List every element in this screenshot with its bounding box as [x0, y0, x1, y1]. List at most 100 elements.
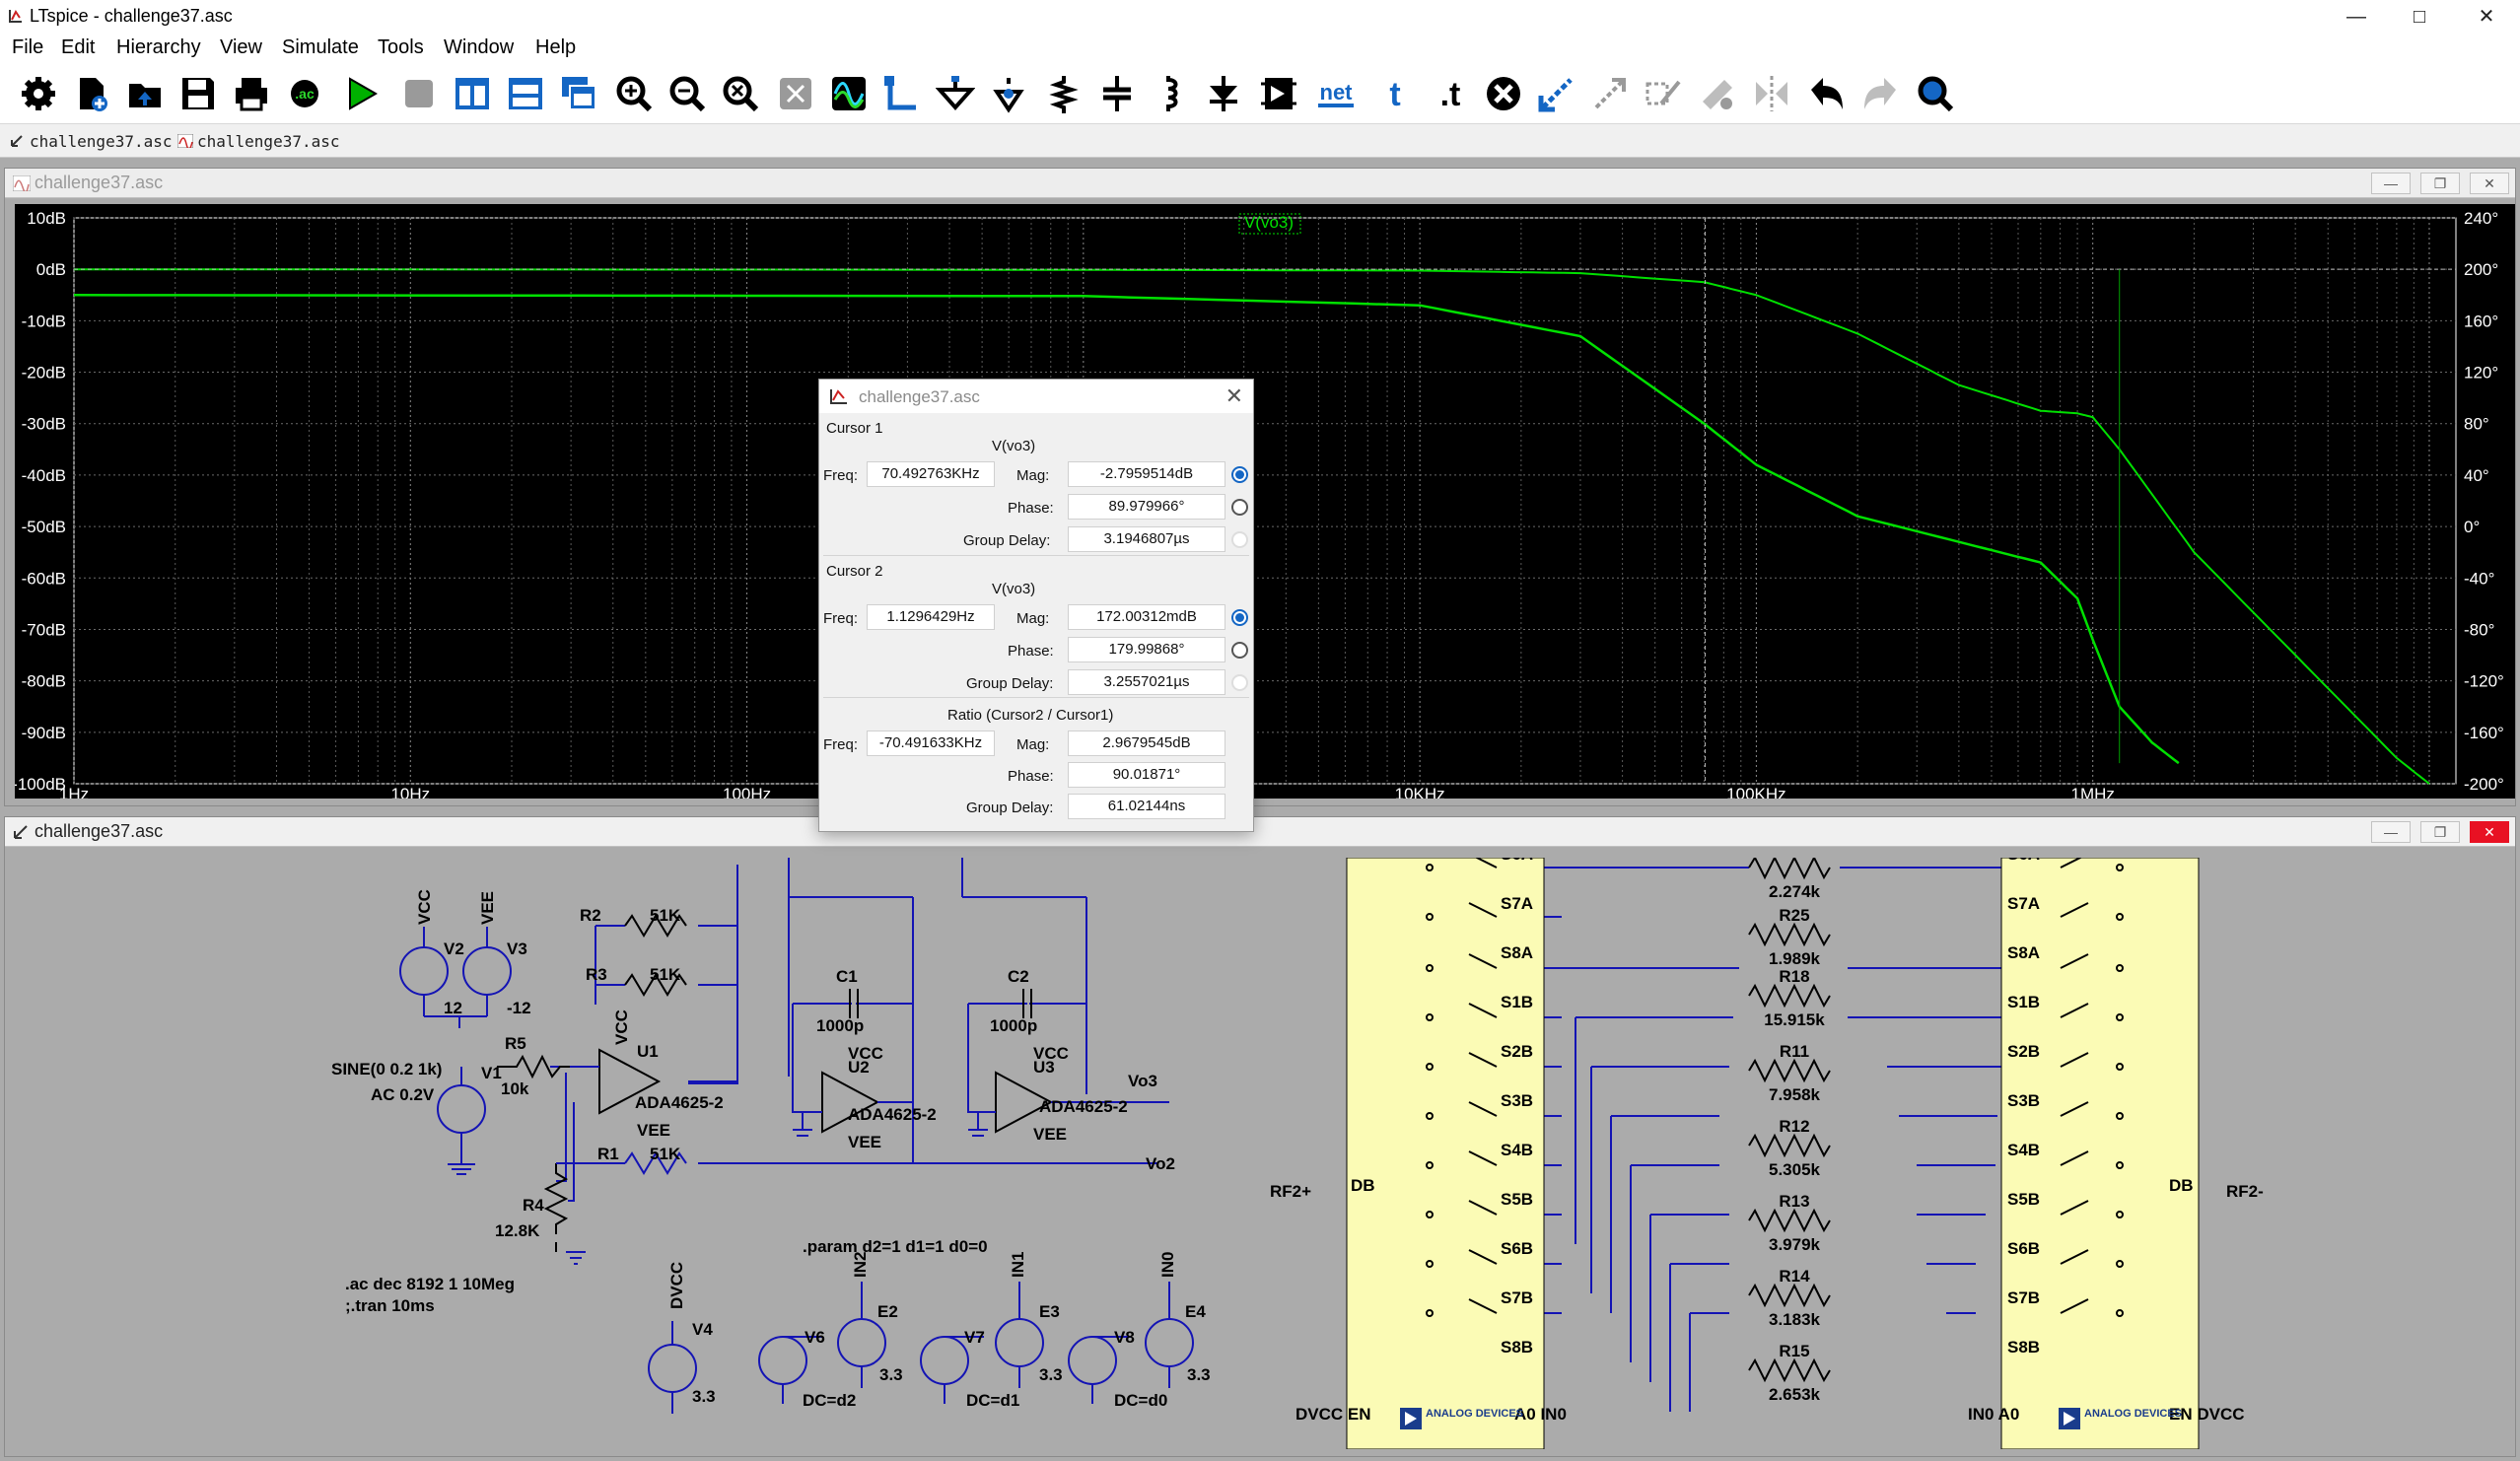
wire-icon[interactable]: [879, 71, 925, 116]
run-icon[interactable]: [339, 71, 385, 116]
waveform-icon[interactable]: [826, 71, 872, 116]
y-tick-label-right: 160°: [2464, 312, 2498, 330]
ratio-phase-field[interactable]: 90.01871°: [1068, 762, 1225, 788]
y-tick-label-right: 120°: [2464, 364, 2498, 383]
schematic-minimize-button[interactable]: —: [2371, 821, 2411, 843]
switch-label-right: S2B: [2007, 1042, 2040, 1061]
tab-schematic[interactable]: challenge37.asc: [4, 128, 173, 156]
maximize-button[interactable]: □: [2390, 0, 2449, 34]
waveform-close-button[interactable]: ✕: [2470, 173, 2509, 194]
zoom-in-icon[interactable]: [611, 71, 657, 116]
label-icon[interactable]: [986, 71, 1031, 116]
cursor2-phase-field[interactable]: 179.99868°: [1068, 637, 1225, 662]
schematic-canvas[interactable]: VCC VEE V2 V3 12 -12 R2 51K R3 51K R5 10k V1 SINE(0 0…: [14, 858, 2508, 1449]
minimize-button[interactable]: —: [2327, 0, 2386, 34]
cursor-dialog[interactable]: challenge37.asc ✕ Cursor 1 V(vo3) Freq: …: [818, 379, 1254, 832]
close-button[interactable]: ✕: [2457, 0, 2516, 34]
cascade-icon[interactable]: [556, 71, 601, 116]
switch-label-right: S7A: [2007, 894, 2040, 913]
waveform-minimize-button[interactable]: —: [2371, 173, 2411, 194]
net-icon[interactable]: net: [1313, 71, 1359, 116]
cursor1-gd-radio[interactable]: [1231, 531, 1248, 548]
tile-horizontal-icon[interactable]: [503, 71, 548, 116]
cursor2-mag-radio[interactable]: [1231, 609, 1248, 626]
gear-icon[interactable]: [16, 71, 61, 116]
ground-icon[interactable]: [933, 71, 978, 116]
menu-window[interactable]: Window: [444, 36, 514, 59]
duplicate-icon[interactable]: [1534, 71, 1579, 116]
ratio-mag-field[interactable]: 2.9679545dB: [1068, 730, 1225, 756]
cursor1-gd-field[interactable]: 3.1946807µs: [1068, 526, 1225, 552]
text-icon[interactable]: t: [1372, 71, 1418, 116]
menu-tools[interactable]: Tools: [378, 36, 424, 59]
move-icon[interactable]: [1587, 71, 1633, 116]
v2-value: 12: [444, 999, 462, 1017]
print-icon[interactable]: [229, 71, 274, 116]
zoom-area-icon[interactable]: [773, 71, 818, 116]
zoom-fit-icon[interactable]: [718, 71, 763, 116]
y-tick-label-left: -80dB: [22, 672, 66, 691]
svg-text:.t: .t: [1440, 76, 1461, 113]
db-label-left: DB: [1351, 1176, 1375, 1195]
schematic-svg[interactable]: VCC VEE V2 V3 12 -12 R2 51K R3 51K R5 10kV1 SINE(0 0…: [14, 858, 2508, 1449]
cursor1-phase-radio[interactable]: [1231, 499, 1248, 516]
menu-hierarchy[interactable]: Hierarchy: [116, 36, 201, 59]
undo-icon[interactable]: [1804, 71, 1850, 116]
bode-plot-svg[interactable]: 10dB 240° 0dB 200° -10dB 160° -20dB 120° -30dB 80…: [15, 204, 2515, 799]
schematic-close-button[interactable]: ✕: [2470, 821, 2509, 843]
ratio-freq-field[interactable]: -70.491633KHz: [867, 730, 995, 756]
open-folder-icon[interactable]: [122, 71, 168, 116]
zoom-out-icon[interactable]: [665, 71, 710, 116]
ratio-gd-field[interactable]: 61.02144ns: [1068, 794, 1225, 819]
switch-label-left: S2B: [1501, 1042, 1533, 1061]
delete-icon[interactable]: [1481, 71, 1526, 116]
cursor1-mag-field[interactable]: -2.7959514dB: [1068, 461, 1225, 487]
schematic-restore-button[interactable]: ❐: [2420, 821, 2460, 843]
adi-logo-text: ANALOG DEVICES: [2084, 1408, 2182, 1420]
cursor1-freq-field[interactable]: 70.492763KHz: [867, 461, 995, 487]
switch-contact: [1426, 1112, 1434, 1120]
r5-label: R5: [505, 1034, 526, 1053]
waveform-plot[interactable]: 10dB 240° 0dB 200° -10dB 160° -20dB 120° -30dB 80…: [15, 204, 2515, 799]
ac-analysis-icon[interactable]: .ac: [282, 71, 327, 116]
tran-directive: ;.tran 10ms: [345, 1296, 435, 1315]
cursor1-mag-radio[interactable]: [1231, 466, 1248, 483]
trace-label[interactable]: V(vo3): [1244, 213, 1294, 232]
rotate-icon[interactable]: [1694, 71, 1739, 116]
menu-simulate[interactable]: Simulate: [282, 36, 359, 59]
drag-icon[interactable]: [1641, 71, 1686, 116]
switch-label-right: S7B: [2007, 1288, 2040, 1307]
menu-file[interactable]: File: [12, 36, 43, 59]
find-icon[interactable]: [1913, 71, 1958, 116]
r2-label: R2: [580, 906, 601, 925]
capacitor-icon[interactable]: [1094, 71, 1140, 116]
halt-icon[interactable]: [396, 71, 442, 116]
cursor2-gd-radio[interactable]: [1231, 674, 1248, 691]
menu-edit[interactable]: Edit: [61, 36, 95, 59]
new-schematic-icon[interactable]: [69, 71, 114, 116]
cursor2-gd-field[interactable]: 3.2557021µs: [1068, 669, 1225, 695]
cursor2-phase-radio[interactable]: [1231, 642, 1248, 659]
mirror-icon[interactable]: [1749, 71, 1794, 116]
db-label-right: DB: [2169, 1176, 2194, 1195]
switch-contact: [2116, 1260, 2124, 1268]
r4-label: R4: [523, 1196, 544, 1215]
waveform-restore-button[interactable]: ❐: [2420, 173, 2460, 194]
redo-icon[interactable]: [1857, 71, 1903, 116]
resistor-symbol: [1748, 983, 1831, 1009]
switch-label-right: S3B: [2007, 1091, 2040, 1110]
tab-waveform[interactable]: challenge37.asc: [172, 128, 340, 156]
cursor2-mag-field[interactable]: 172.00312mdB: [1068, 604, 1225, 630]
cursor1-phase-field[interactable]: 89.979966°: [1068, 494, 1225, 520]
cursor2-freq-field[interactable]: 1.1296429Hz: [867, 604, 995, 630]
menu-view[interactable]: View: [220, 36, 262, 59]
component-icon[interactable]: [1256, 71, 1301, 116]
resistor-icon[interactable]: [1041, 71, 1086, 116]
cursor-dialog-close-button[interactable]: ✕: [1225, 383, 1243, 409]
diode-icon[interactable]: [1201, 71, 1246, 116]
inductor-icon[interactable]: [1148, 71, 1193, 116]
save-icon[interactable]: [175, 71, 221, 116]
spice-directive-icon[interactable]: .t: [1426, 71, 1471, 116]
tile-vertical-icon[interactable]: [450, 71, 495, 116]
menu-help[interactable]: Help: [535, 36, 576, 59]
